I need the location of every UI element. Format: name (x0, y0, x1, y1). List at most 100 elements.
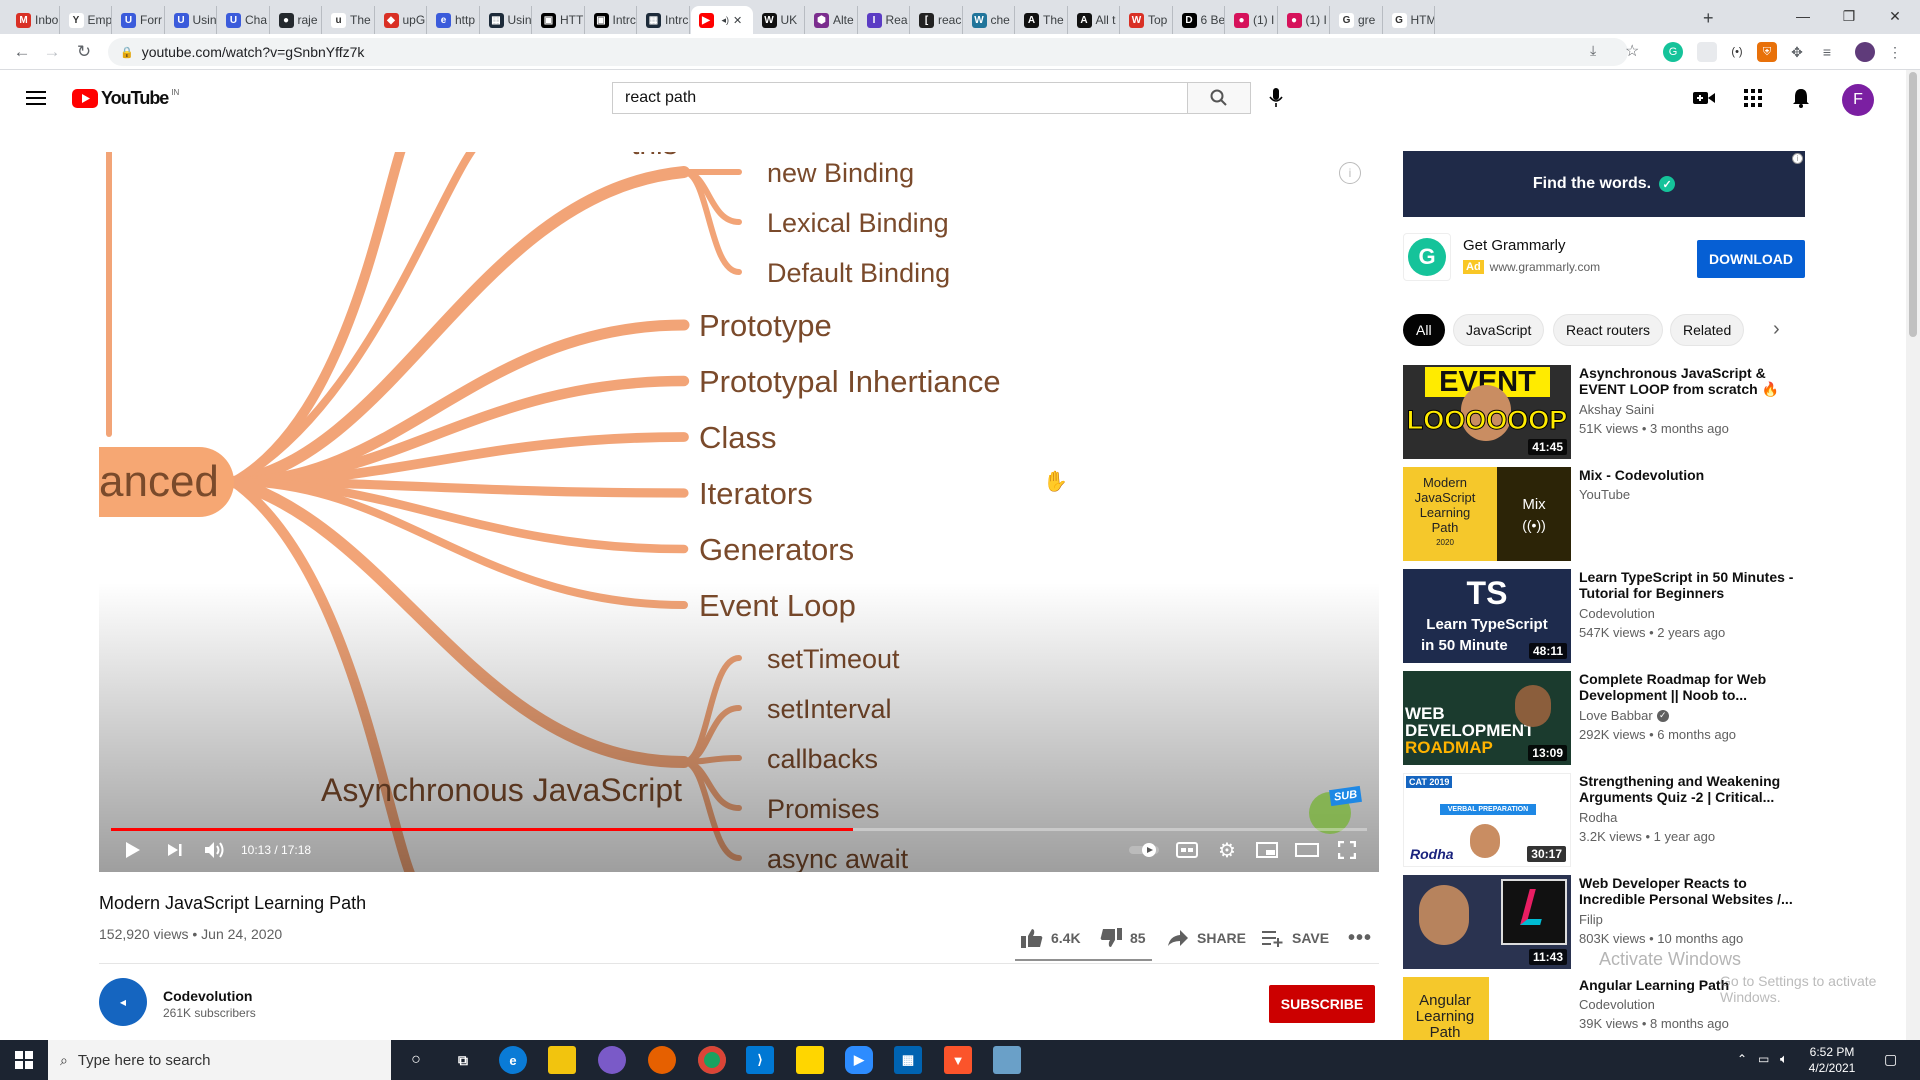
channel-avatar[interactable]: ◀ (99, 978, 147, 1026)
recommendation-item[interactable]: TS Learn TypeScript in 50 Minute 48:11 L… (1403, 569, 1803, 663)
notifications-bell-icon[interactable] (1787, 84, 1815, 112)
new-tab-button[interactable]: + (1703, 8, 1714, 29)
forward-icon[interactable]: → (40, 40, 64, 64)
tab-close-icon[interactable]: ✕ (733, 14, 742, 27)
extension-icon[interactable]: (•) (1727, 42, 1747, 62)
browser-tab[interactable]: W UK (754, 6, 805, 34)
video-thumbnail[interactable]: WEB DEVELOPMENT ROADMAP 13:09 (1403, 671, 1571, 765)
windows-start-icon[interactable] (10, 1046, 38, 1074)
chip-react-routers[interactable]: React routers (1553, 314, 1664, 346)
vscode-icon[interactable]: ⟩ (746, 1046, 774, 1074)
taskbar-search[interactable]: ⌕ Type here to search (48, 1040, 391, 1080)
browser-tab[interactable]: [reac (911, 6, 963, 34)
recommendation-channel[interactable]: Filip (1579, 912, 1603, 927)
fullscreen-icon[interactable] (1335, 838, 1359, 862)
cortana-icon[interactable]: ○ (402, 1046, 430, 1074)
task-view-icon[interactable]: ⧉ (449, 1046, 477, 1074)
speaker-icon[interactable]: 🔈︎ (1780, 1051, 1788, 1067)
recommendation-item[interactable]: CAT 2019 VERBAL PREPARATION Rodha 30:17 … (1403, 773, 1803, 867)
browser-tab[interactable]: G HTM (1384, 6, 1435, 34)
recommendation-channel[interactable]: YouTube (1579, 487, 1630, 502)
video-player[interactable]: this new Binding Lexical Binding Default Bi… (99, 152, 1379, 872)
browser-tab[interactable]: ▣ HTT (533, 6, 585, 34)
browser-tab[interactable]: U Forr (113, 6, 165, 34)
media-icon[interactable]: ≡ (1817, 42, 1837, 62)
browser-tab[interactable]: A The (1016, 6, 1068, 34)
captions-icon[interactable] (1175, 838, 1199, 862)
zoom-icon[interactable]: ▶ (845, 1046, 873, 1074)
chip-javascript[interactable]: JavaScript (1453, 314, 1545, 346)
browser-tab[interactable]: ▦ Intrc (638, 6, 690, 34)
grammarly-ad-banner[interactable]: Find the words. ✓ (1403, 151, 1805, 217)
theater-mode-icon[interactable] (1295, 838, 1319, 862)
recommendation-channel[interactable]: Rodha (1579, 810, 1617, 825)
extension-icon[interactable] (1697, 42, 1717, 62)
browser-tab[interactable]: e http (428, 6, 480, 34)
browser-tab[interactable]: I Rea (859, 6, 910, 34)
grammarly-extension-icon[interactable]: G (1663, 42, 1683, 62)
video-thumbnail[interactable]: EVENT LOOOOOOP 41:45 (1403, 365, 1571, 459)
sticky-notes-icon[interactable] (796, 1046, 824, 1074)
reload-icon[interactable]: ↻ (72, 40, 96, 64)
browser-tab[interactable]: D6 Be (1174, 6, 1225, 34)
browser-tab[interactable]: ▣ Intrc (586, 6, 637, 34)
save-button[interactable]: SAVE (1262, 924, 1329, 952)
share-button[interactable]: SHARE (1167, 924, 1246, 952)
browser-tab[interactable]: U Usin (166, 6, 217, 34)
chrome-icon[interactable] (698, 1046, 726, 1074)
autoplay-toggle[interactable] (1129, 838, 1159, 862)
channel-name[interactable]: Codevolution (163, 988, 252, 1004)
chip-all[interactable]: All (1403, 314, 1445, 346)
browser-tab[interactable]: ▶ ◂) ✕ (690, 6, 753, 34)
video-thumbnail[interactable]: Modern JavaScript Learning Path 2020 Mix… (1403, 467, 1571, 561)
close-window-button[interactable]: ✕ (1872, 0, 1918, 32)
dislike-button[interactable]: 85 (1100, 924, 1146, 952)
subscribe-button[interactable]: SUBSCRIBE (1269, 985, 1375, 1023)
create-video-icon[interactable] (1690, 84, 1718, 112)
recommendation-title[interactable]: Complete Roadmap for Web Development || … (1579, 671, 1795, 703)
browser-tab[interactable]: ● (1) I (1226, 6, 1278, 34)
browser-tab[interactable]: Y Emp (61, 6, 112, 34)
ad-info-icon[interactable]: i (1792, 153, 1803, 164)
browser-tab[interactable]: u The (323, 6, 375, 34)
tray-chevron-icon[interactable]: ⌃ (1737, 1052, 1747, 1066)
menu-kebab-icon[interactable]: ⋮ (1885, 42, 1905, 62)
browser-tab[interactable]: ◆ upG (376, 6, 427, 34)
profile-avatar[interactable] (1855, 42, 1875, 62)
calendar-icon[interactable]: ▦ (894, 1046, 922, 1074)
browser-tab[interactable]: W Top (1121, 6, 1173, 34)
chip-related[interactable]: Related (1670, 314, 1745, 346)
network-icon[interactable]: ▭ (1758, 1052, 1769, 1066)
recommendation-title[interactable]: Mix - Codevolution (1579, 467, 1795, 483)
apps-grid-icon[interactable] (1739, 84, 1767, 112)
settings-gear-icon[interactable]: ⚙ (1215, 838, 1239, 862)
browser-tab[interactable]: M Inbo (8, 6, 60, 34)
recommendation-item[interactable]: Modern JavaScript Learning Path 2020 Mix… (1403, 467, 1803, 561)
app-icon[interactable] (993, 1046, 1021, 1074)
recommendation-channel[interactable]: Codevolution (1579, 997, 1655, 1012)
next-video-icon[interactable] (163, 838, 187, 862)
browser-tab[interactable]: ● (1) I (1279, 6, 1330, 34)
firefox-icon[interactable] (648, 1046, 676, 1074)
browser-tab[interactable]: Wche (964, 6, 1015, 34)
browser-tab[interactable]: A All t (1069, 6, 1120, 34)
recommendation-title[interactable]: Strengthening and Weakening Arguments Qu… (1579, 773, 1795, 805)
recommendation-title[interactable]: Asynchronous JavaScript & EVENT LOOP fro… (1579, 365, 1795, 397)
tab-audio-icon[interactable]: ◂) (722, 15, 730, 26)
more-actions-icon[interactable]: ••• (1348, 924, 1372, 952)
brave-icon[interactable]: ▼ (944, 1046, 972, 1074)
browser-tab[interactable]: Ggre (1331, 6, 1383, 34)
recommendation-channel[interactable]: Love Babbar ✓ (1579, 708, 1669, 723)
scrollbar-thumb[interactable] (1909, 72, 1917, 337)
recommendation-title[interactable]: Web Developer Reacts to Incredible Perso… (1579, 875, 1795, 907)
browser-tab[interactable]: ⬢ Alte (806, 6, 858, 34)
recommendation-item[interactable]: EVENT LOOOOOOP 41:45 Asynchronous JavaSc… (1403, 365, 1803, 459)
recommendation-channel[interactable]: Codevolution (1579, 606, 1655, 621)
recommendation-item[interactable]: WEB DEVELOPMENT ROADMAP 13:09 Complete R… (1403, 671, 1803, 765)
page-scrollbar[interactable] (1906, 70, 1920, 1040)
search-input[interactable]: react path (612, 82, 1187, 114)
browser-tab[interactable]: ▦ Usin (481, 6, 532, 34)
notification-center-icon[interactable]: ▢ (1884, 1051, 1897, 1068)
video-thumbnail[interactable]: Angular Learning Path (1403, 977, 1571, 1040)
clock[interactable]: 6:52 PM 4/2/2021 (1802, 1044, 1862, 1076)
